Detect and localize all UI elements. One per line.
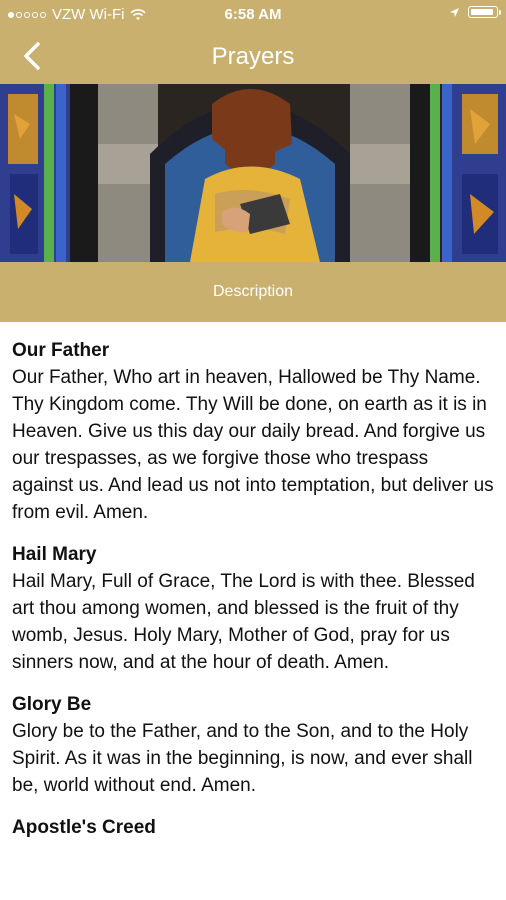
prayer-item: Our Father Our Father, Who art in heaven… xyxy=(12,338,494,526)
battery-icon xyxy=(468,6,501,18)
page-title: Prayers xyxy=(211,43,295,70)
stained-glass-image xyxy=(0,84,506,262)
prayer-title: Glory Be xyxy=(12,694,92,715)
prayer-text: Our Father, Who art in heaven, Hallowed … xyxy=(12,367,494,523)
stained-glass-illustration xyxy=(0,84,506,262)
prayer-list: Our Father Our Father, Who art in heaven… xyxy=(0,322,506,841)
navigation-bar: Prayers xyxy=(0,28,506,84)
status-right xyxy=(449,6,501,18)
prayer-title: Hail Mary xyxy=(12,544,97,565)
status-bar: VZW Wi-Fi 6:58 AM xyxy=(0,0,506,28)
prayer-item: Apostle's Creed xyxy=(12,815,494,841)
prayer-title: Apostle's Creed xyxy=(12,817,156,838)
status-time: 6:58 AM xyxy=(224,6,282,23)
prayer-title: Our Father xyxy=(12,340,110,361)
prayer-text: Hail Mary, Full of Grace, The Lord is wi… xyxy=(12,571,475,673)
prayer-item: Hail Mary Hail Mary, Full of Grace, The … xyxy=(12,542,494,676)
description-tab[interactable]: Description xyxy=(0,262,506,322)
location-arrow-icon xyxy=(450,7,459,17)
prayer-text: Glory be to the Father, and to the Son, … xyxy=(12,721,473,796)
prayer-item: Glory Be Glory be to the Father, and to … xyxy=(12,692,494,799)
